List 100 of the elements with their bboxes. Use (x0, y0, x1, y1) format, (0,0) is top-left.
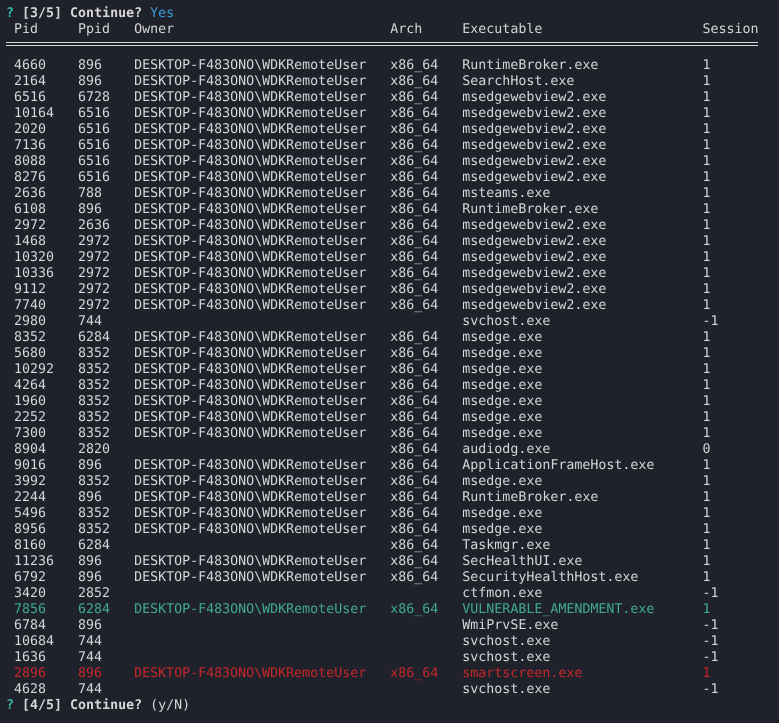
table-cell: x86_64 (390, 154, 438, 169)
table-cell: msedgewebview2.exe (462, 218, 606, 233)
table-cell: 1 (702, 138, 710, 153)
table-cell: DESKTOP-F483ONO\WDKRemoteUser (134, 490, 366, 505)
table-cell: 2244 (14, 490, 46, 505)
table-cell: DESKTOP-F483ONO\WDKRemoteUser (134, 362, 366, 377)
table-cell: RuntimeBroker.exe (462, 202, 598, 217)
table-cell: msedge.exe (462, 378, 542, 393)
table-cell: x86_64 (390, 506, 438, 521)
prompt-question: [4/5] Continue? (22, 698, 142, 714)
table-cell: DESKTOP-F483ONO\WDKRemoteUser (134, 426, 366, 441)
table-cell: SearchHost.exe (462, 74, 574, 89)
table-cell: msedgewebview2.exe (462, 266, 606, 281)
table-cell: 1 (702, 282, 710, 297)
table-cell: DESKTOP-F483ONO\WDKRemoteUser (134, 202, 366, 217)
table-cell: 1468 (14, 234, 46, 249)
column-header: Executable (462, 22, 544, 38)
table-cell: DESKTOP-F483ONO\WDKRemoteUser (134, 122, 366, 137)
table-cell: Taskmgr.exe (462, 538, 550, 553)
table-cell: VULNERABLE_AMENDMENT.exe (462, 602, 654, 617)
table-cell: msedgewebview2.exe (462, 138, 606, 153)
table-cell: DESKTOP-F483ONO\WDKRemoteUser (134, 666, 366, 681)
table-cell: x86_64 (390, 138, 438, 153)
table-cell: DESKTOP-F483ONO\WDKRemoteUser (134, 394, 366, 409)
table-cell: msedgewebview2.exe (462, 298, 606, 313)
table-cell: DESKTOP-F483ONO\WDKRemoteUser (134, 378, 366, 393)
table-cell: msedgewebview2.exe (462, 154, 606, 169)
table-cell: x86_64 (390, 570, 438, 585)
table-cell: RuntimeBroker.exe (462, 58, 598, 73)
table-cell: msedgewebview2.exe (462, 106, 606, 121)
table-cell: x86_64 (390, 298, 438, 313)
table-cell: -1 (702, 314, 718, 329)
table-cell: x86_64 (390, 234, 438, 249)
table-cell: DESKTOP-F483ONO\WDKRemoteUser (134, 154, 366, 169)
table-cell: 2636 (78, 218, 110, 233)
table-cell: x86_64 (390, 90, 438, 105)
table-cell: x86_64 (390, 186, 438, 201)
table-cell: 4660 (14, 58, 46, 73)
table-cell: 1 (702, 410, 710, 425)
table-cell: x86_64 (390, 538, 438, 553)
table-cell: 0 (702, 442, 710, 457)
table-cell: DESKTOP-F483ONO\WDKRemoteUser (134, 330, 366, 345)
table-cell: 5496 (14, 506, 46, 521)
table-cell: x86_64 (390, 602, 438, 617)
table-cell: DESKTOP-F483ONO\WDKRemoteUser (134, 570, 366, 585)
table-cell: 1 (702, 106, 710, 121)
table-cell: 10684 (14, 634, 54, 649)
table-cell: -1 (702, 682, 718, 697)
table-cell: 896 (78, 58, 102, 73)
table-cell: 10292 (14, 362, 54, 377)
table-cell: 1 (702, 202, 710, 217)
table-cell: 6784 (14, 618, 46, 633)
table-cell: ApplicationFrameHost.exe (462, 458, 654, 473)
table-cell: 8276 (14, 170, 46, 185)
table-cell: 8904 (14, 442, 46, 457)
table-cell: 1960 (14, 394, 46, 409)
table-cell: 9112 (14, 282, 46, 297)
table-cell: 8352 (78, 362, 110, 377)
table-cell: RuntimeBroker.exe (462, 490, 598, 505)
table-cell: 896 (78, 666, 102, 681)
table-cell: msedgewebview2.exe (462, 122, 606, 137)
table-cell: x86_64 (390, 474, 438, 489)
table-cell: 7300 (14, 426, 46, 441)
table-cell: x86_64 (390, 490, 438, 505)
table-cell: 4264 (14, 378, 46, 393)
table-cell: msedge.exe (462, 410, 542, 425)
table-cell: 6284 (78, 330, 110, 345)
table-cell: 8352 (78, 346, 110, 361)
table-cell: 2972 (78, 266, 110, 281)
table-cell: 4628 (14, 682, 46, 697)
table-cell: x86_64 (390, 250, 438, 265)
table-cell: 8352 (78, 474, 110, 489)
table-cell: DESKTOP-F483ONO\WDKRemoteUser (134, 458, 366, 473)
table-cell: 744 (78, 634, 102, 649)
table-cell: DESKTOP-F483ONO\WDKRemoteUser (134, 234, 366, 249)
table-cell: -1 (702, 618, 718, 633)
table-cell: DESKTOP-F483ONO\WDKRemoteUser (134, 106, 366, 121)
table-cell: 1 (702, 378, 710, 393)
table-cell: x86_64 (390, 282, 438, 297)
table-cell: 8352 (78, 378, 110, 393)
column-header: Owner (134, 22, 176, 38)
table-cell: 6516 (78, 122, 110, 137)
table-cell: x86_64 (390, 58, 438, 73)
table-cell: 1 (702, 426, 710, 441)
table-cell: 1 (702, 554, 710, 569)
table-cell: x86_64 (390, 410, 438, 425)
table-cell: 1 (702, 538, 710, 553)
table-cell: DESKTOP-F483ONO\WDKRemoteUser (134, 218, 366, 233)
table-cell: 788 (78, 186, 102, 201)
table-cell: msedge.exe (462, 474, 542, 489)
table-cell: x86_64 (390, 202, 438, 217)
table-cell: DESKTOP-F483ONO\WDKRemoteUser (134, 346, 366, 361)
table-cell: x86_64 (390, 266, 438, 281)
table-cell: 1 (702, 218, 710, 233)
table-cell: 8160 (14, 538, 46, 553)
table-cell: DESKTOP-F483ONO\WDKRemoteUser (134, 170, 366, 185)
table-cell: 8088 (14, 154, 46, 169)
table-cell: svchost.exe (462, 682, 550, 697)
table-cell: 1 (702, 154, 710, 169)
table-cell: x86_64 (390, 218, 438, 233)
